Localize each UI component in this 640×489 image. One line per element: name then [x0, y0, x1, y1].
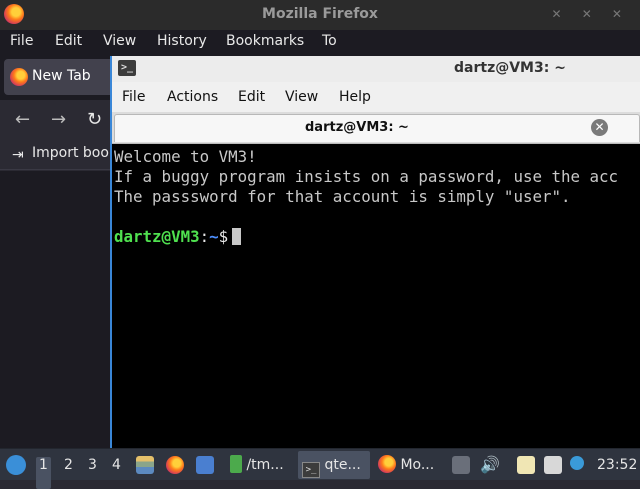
task-firefox[interactable]: Mo... — [374, 451, 442, 479]
file-icon — [230, 455, 242, 473]
start-menu-icon[interactable] — [6, 455, 26, 475]
terminal-icon: >_ — [118, 60, 136, 76]
firefox-menu-tools[interactable]: To — [322, 33, 337, 49]
workspace-4[interactable]: 4 — [112, 457, 121, 489]
terminal-tab-label: dartz@VM3: ~ — [305, 120, 409, 135]
firefox-launcher-icon[interactable] — [166, 456, 184, 474]
import-icon: ⇥ — [12, 147, 24, 163]
prompt-user: dartz@VM3 — [114, 227, 200, 246]
import-bookmarks-link[interactable]: Import book — [32, 145, 117, 161]
clipboard-icon[interactable] — [517, 456, 535, 474]
firefox-tab-new-tab[interactable]: New Tab — [4, 59, 114, 95]
workspace-3[interactable]: 3 — [88, 457, 97, 489]
prompt-symbol: $ — [218, 227, 229, 246]
firefox-menubar: File Edit View History Bookmarks To — [0, 30, 640, 54]
prompt-separator: : — [199, 227, 210, 246]
prompt-path: ~ — [209, 227, 219, 246]
firefox-tab-label: New Tab — [32, 68, 91, 84]
task-terminal-label: qte... — [324, 457, 361, 473]
back-arrow-icon[interactable]: ← — [15, 109, 30, 130]
task-tmp[interactable]: /tm... — [226, 451, 294, 479]
task-firefox-label: Mo... — [400, 457, 435, 473]
firefox-menu-history[interactable]: History — [157, 33, 207, 49]
workspace-2[interactable]: 2 — [64, 457, 73, 489]
terminal-output[interactable]: Welcome to VM3! If a buggy program insist… — [112, 145, 640, 448]
terminal-menu-view[interactable]: View — [285, 89, 318, 105]
firefox-titlebar[interactable]: Mozilla Firefox ✕ ✕ ✕ — [0, 0, 640, 30]
network-icon[interactable] — [544, 456, 562, 474]
terminal-tab[interactable]: dartz@VM3: ~ ✕ — [114, 114, 640, 142]
window-controls-icon[interactable]: ✕ ✕ ✕ — [551, 7, 630, 21]
terminal-window: >_ dartz@VM3: ~ File Actions Edit View H… — [110, 56, 640, 448]
terminal-menu-file[interactable]: File — [122, 89, 145, 105]
forward-arrow-icon[interactable]: → — [51, 109, 66, 130]
terminal-menu-actions[interactable]: Actions — [167, 89, 218, 105]
reload-icon[interactable]: ↻ — [87, 109, 102, 130]
terminal-line-3: The passsword for that account is simply… — [114, 187, 571, 206]
terminal-prompt-line[interactable]: dartz@VM3:~$ — [114, 227, 640, 247]
firefox-tab-icon — [10, 68, 28, 86]
desktop-icon[interactable] — [196, 456, 214, 474]
terminal-line-2: If a buggy program insists on a password… — [114, 167, 619, 186]
terminal-titlebar[interactable]: >_ dartz@VM3: ~ — [112, 56, 640, 82]
terminal-tabbar: dartz@VM3: ~ ✕ — [112, 112, 640, 144]
clock[interactable]: 23:52 — [597, 457, 637, 473]
task-tmp-label: /tm... — [246, 457, 284, 473]
terminal-menubar: File Actions Edit View Help — [112, 82, 640, 112]
update-icon[interactable] — [570, 456, 584, 470]
firefox-menu-edit[interactable]: Edit — [55, 33, 82, 49]
text-cursor — [232, 228, 242, 245]
firefox-menu-file[interactable]: File — [10, 33, 33, 49]
close-tab-icon[interactable]: ✕ — [591, 119, 608, 136]
tray-eject-icon[interactable] — [452, 456, 470, 474]
file-manager-icon[interactable] — [136, 456, 154, 474]
workspace-1[interactable]: 1 — [36, 457, 51, 489]
terminal-menu-help[interactable]: Help — [339, 89, 371, 105]
volume-icon[interactable]: 🔊 — [480, 456, 500, 474]
firefox-menu-view[interactable]: View — [103, 33, 136, 49]
terminal-line-1: Welcome to VM3! — [114, 147, 257, 166]
firefox-task-icon — [378, 455, 396, 473]
firefox-menu-bookmarks[interactable]: Bookmarks — [226, 33, 304, 49]
firefox-window-title: Mozilla Firefox — [262, 6, 378, 22]
task-terminal[interactable]: >_ qte... — [298, 451, 370, 479]
terminal-window-title: dartz@VM3: ~ — [454, 60, 566, 76]
terminal-menu-edit[interactable]: Edit — [238, 89, 265, 105]
terminal-task-icon: >_ — [302, 462, 320, 478]
taskbar: 1 2 3 4 /tm... >_ qte... Mo... 🔊 23:52 — [0, 448, 640, 489]
